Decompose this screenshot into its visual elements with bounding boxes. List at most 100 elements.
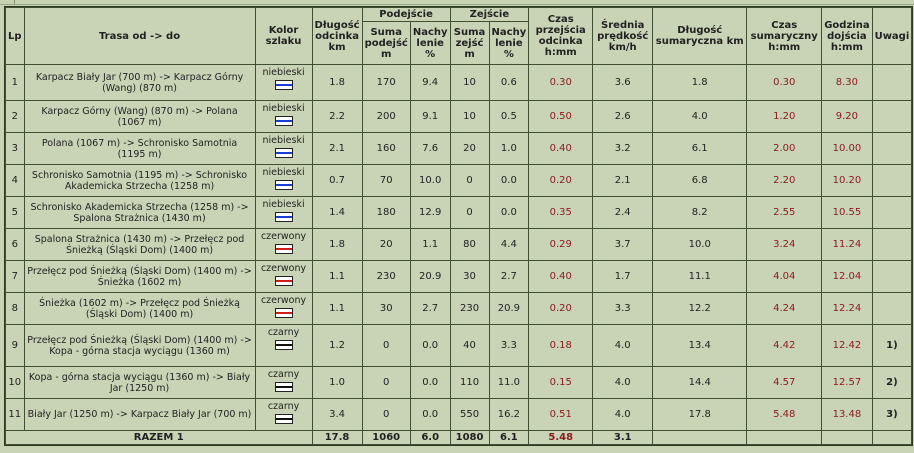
- row-dlugosc: 0.7: [312, 165, 362, 196]
- row-uwagi: [872, 165, 912, 196]
- header-nachylenie-zejscie: Nachy lenie %: [489, 22, 529, 64]
- row-czas-sum: 4.04: [747, 261, 822, 292]
- row-czas: 0.50: [529, 101, 593, 132]
- trail-marker-stripe: [275, 152, 292, 154]
- row-dlugosc: 1.0: [312, 367, 362, 398]
- header-trasa: Trasa od -> do: [24, 8, 255, 64]
- row-kolor: czarny: [255, 325, 312, 366]
- row-dlugosc-sum: 14.4: [653, 367, 747, 398]
- trail-color-label: czerwony: [260, 263, 307, 274]
- total-podejscie: 1060: [362, 431, 410, 444]
- row-suma-podejsc: 230: [362, 261, 410, 292]
- trail-color-label: czerwony: [260, 231, 307, 242]
- row-czas: 0.18: [529, 325, 593, 366]
- row-lp: 8: [6, 293, 24, 324]
- row-czas-sum: 1.20: [747, 101, 822, 132]
- row-kolor: niebieski: [255, 133, 312, 164]
- row-srednia: 3.2: [593, 133, 653, 164]
- trail-marker-icon: [274, 340, 293, 350]
- table-row: 7 Przełęcz pod Śnieżką (Śląski Dom) (1400…: [6, 261, 912, 292]
- row-suma-podejsc: 160: [362, 133, 410, 164]
- row-lp: 4: [6, 165, 24, 196]
- table-row: 6 Spalona Strażnica (1430 m) -> Przełęcz …: [6, 229, 912, 260]
- row-dlugosc: 2.2: [312, 101, 362, 132]
- row-czas-sum: 2.00: [747, 133, 822, 164]
- trail-color-label: czarny: [267, 369, 300, 380]
- header-czas-sum: Czas sumaryczny h:mm: [747, 8, 822, 64]
- total-empty-2: [747, 431, 822, 444]
- header-uwagi: Uwagi: [872, 8, 912, 64]
- header-suma-podejsc: Suma podejść m: [362, 22, 410, 64]
- row-trasa: Karpacz Biały Jar (700 m) -> Karpacz Gór…: [24, 65, 255, 100]
- row-srednia: 4.0: [593, 325, 653, 366]
- row-dlugosc-sum: 10.0: [653, 229, 747, 260]
- row-dlugosc: 1.1: [312, 261, 362, 292]
- row-nachylenie-podejscie: 7.6: [410, 133, 450, 164]
- trail-marker-stripe: [275, 280, 292, 282]
- trail-marker-stripe: [275, 184, 292, 186]
- row-srednia: 4.0: [593, 367, 653, 398]
- row-lp: 3: [6, 133, 24, 164]
- row-trasa: Przełęcz pod Śnieżką (Śląski Dom) (1400 …: [24, 261, 255, 292]
- header-dlugosc: Długość odcinka km: [312, 8, 362, 64]
- row-nachylenie-zejscie: 0.0: [489, 165, 529, 196]
- row-lp: 7: [6, 261, 24, 292]
- row-godzina: 8.30: [822, 65, 872, 100]
- row-lp: 1: [6, 65, 24, 100]
- row-dlugosc-sum: 4.0: [653, 101, 747, 132]
- row-srednia: 1.7: [593, 261, 653, 292]
- route-table: Lp Trasa od -> do Kolor szlaku Długość o…: [4, 6, 914, 446]
- row-suma-podejsc: 200: [362, 101, 410, 132]
- row-czas: 0.51: [529, 399, 593, 430]
- trail-marker-stripe: [275, 216, 292, 218]
- row-dlugosc: 2.1: [312, 133, 362, 164]
- row-dlugosc: 1.1: [312, 293, 362, 324]
- row-czas: 0.20: [529, 165, 593, 196]
- table-row: 9 Przełęcz pod Śnieżką (Śląski Dom) (1400…: [6, 325, 912, 366]
- row-trasa: Przełęcz pod Śnieżką (Śląski Dom) (1400 …: [24, 325, 255, 366]
- row-lp: 11: [6, 399, 24, 430]
- row-czas: 0.30: [529, 65, 593, 100]
- row-godzina: 13.48: [822, 399, 872, 430]
- row-czas-sum: 4.42: [747, 325, 822, 366]
- table-row: 3 Polana (1067 m) -> Schronisko Samotnia …: [6, 133, 912, 164]
- row-suma-podejsc: 0: [362, 325, 410, 366]
- row-trasa: Spalona Strażnica (1430 m) -> Przełęcz p…: [24, 229, 255, 260]
- row-godzina: 12.24: [822, 293, 872, 324]
- row-godzina: 10.20: [822, 165, 872, 196]
- header-srednia: Średnia prędkość km/h: [593, 8, 653, 64]
- trail-marker-stripe: [275, 386, 292, 388]
- row-srednia: 4.0: [593, 399, 653, 430]
- row-dlugosc-sum: 17.8: [653, 399, 747, 430]
- trail-marker-icon: [274, 80, 293, 90]
- trail-color-label: niebieski: [262, 103, 305, 114]
- trail-marker-stripe: [275, 248, 292, 250]
- row-srednia: 3.6: [593, 65, 653, 100]
- row-uwagi: [872, 133, 912, 164]
- row-czas-sum: 0.30: [747, 65, 822, 100]
- row-dlugosc-sum: 8.2: [653, 197, 747, 228]
- trail-marker-stripe: [275, 418, 292, 420]
- row-czas-sum: 2.55: [747, 197, 822, 228]
- row-dlugosc-sum: 12.2: [653, 293, 747, 324]
- trail-marker-icon: [274, 414, 293, 424]
- row-uwagi: [872, 65, 912, 100]
- row-nachylenie-podejscie: 2.7: [410, 293, 450, 324]
- row-czas-sum: 4.57: [747, 367, 822, 398]
- top-strip-tab: [0, 0, 15, 4]
- row-czas: 0.15: [529, 367, 593, 398]
- row-nachylenie-podejscie: 10.0: [410, 165, 450, 196]
- trail-marker-icon: [274, 276, 293, 286]
- row-suma-zejsc: 10: [450, 101, 489, 132]
- row-godzina: 9.20: [822, 101, 872, 132]
- row-srednia: 2.1: [593, 165, 653, 196]
- row-dlugosc: 3.4: [312, 399, 362, 430]
- row-trasa: Polana (1067 m) -> Schronisko Samotnia (…: [24, 133, 255, 164]
- total-empty-3: [822, 431, 872, 444]
- row-czas-sum: 4.24: [747, 293, 822, 324]
- row-nachylenie-podejscie: 9.1: [410, 101, 450, 132]
- row-dlugosc-sum: 13.4: [653, 325, 747, 366]
- row-nachylenie-zejscie: 0.5: [489, 101, 529, 132]
- row-suma-zejsc: 550: [450, 399, 489, 430]
- row-suma-podejsc: 0: [362, 399, 410, 430]
